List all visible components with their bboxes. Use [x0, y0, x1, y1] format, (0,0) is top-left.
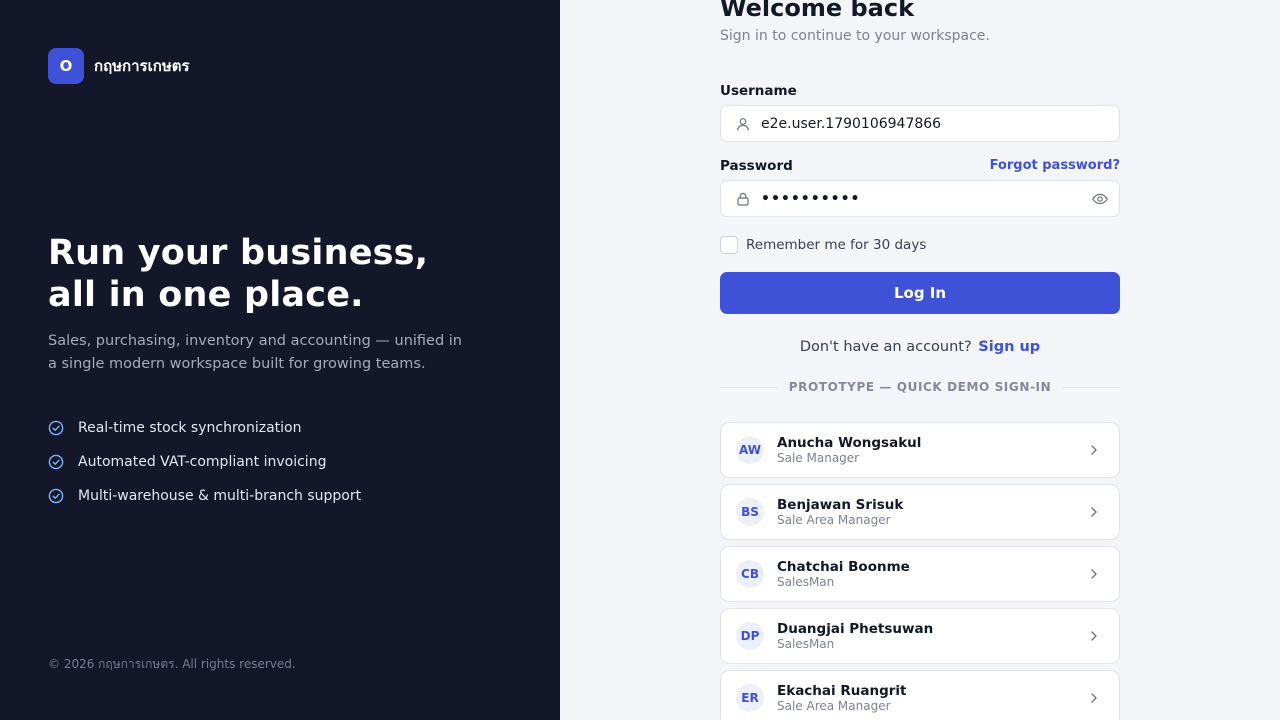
feature-text: Real-time stock synchronization	[78, 420, 302, 436]
demo-user-item[interactable]: ER Ekachai Ruangrit Sale Area Manager	[720, 670, 1120, 720]
demo-user-role: Sale Area Manager	[777, 512, 891, 527]
demo-user-role: SalesMan	[777, 574, 835, 589]
demo-user-name: Anucha Wongsakul	[777, 434, 922, 451]
chevron-right-icon	[1087, 505, 1101, 519]
brand: O กฤษการเกษตร	[48, 48, 190, 84]
username-input[interactable]	[761, 115, 1119, 132]
feature-list: Real-time stock synchronization Automate…	[48, 416, 361, 518]
username-field[interactable]	[720, 105, 1120, 142]
hero-headline-line2: all in one place.	[48, 275, 364, 315]
page-subtitle: Sign in to continue to your workspace.	[720, 28, 990, 44]
chevron-right-icon	[1087, 629, 1101, 643]
demo-user-list: AW Anucha Wongsakul Sale Manager BS Benj…	[720, 422, 1120, 720]
password-input[interactable]	[761, 190, 1091, 207]
signup-prompt-row: Don't have an account? Sign up	[720, 339, 1120, 355]
check-circle-icon	[48, 420, 64, 436]
forgot-password-link[interactable]: Forgot password?	[990, 158, 1120, 173]
demo-user-item[interactable]: DP Duangjai Phetsuwan SalesMan	[720, 608, 1120, 664]
lock-icon	[735, 191, 751, 207]
check-circle-icon	[48, 488, 64, 504]
demo-user-name: Ekachai Ruangrit	[777, 682, 907, 699]
feature-text: Multi-warehouse & multi-branch support	[78, 488, 362, 504]
page-title: Welcome back	[720, 0, 915, 22]
demo-divider: PROTOTYPE — QUICK DEMO SIGN-IN	[720, 380, 1121, 394]
divider-line	[720, 386, 777, 388]
demo-user-name: Duangjai Phetsuwan	[777, 620, 934, 637]
hero-headline: Run your business, all in one place.	[48, 232, 488, 316]
avatar: ER	[736, 684, 764, 712]
demo-user-item[interactable]: CB Chatchai Boonme SalesMan	[720, 546, 1120, 602]
user-icon	[735, 116, 751, 132]
demo-user-role: SalesMan	[777, 636, 835, 651]
brand-name: กฤษการเกษตร	[94, 57, 190, 75]
remember-me: Remember me for 30 days	[720, 236, 926, 254]
login-button[interactable]: Log In	[720, 272, 1120, 314]
avatar: DP	[736, 622, 764, 650]
demo-user-role: Sale Manager	[777, 450, 860, 465]
feature-item: Automated VAT-compliant invoicing	[48, 450, 361, 474]
chevron-right-icon	[1087, 691, 1101, 705]
feature-item: Real-time stock synchronization	[48, 416, 361, 440]
demo-user-item[interactable]: AW Anucha Wongsakul Sale Manager	[720, 422, 1120, 478]
check-circle-icon	[48, 454, 64, 470]
copyright: © 2026 กฤษการเกษตร. All rights reserved.	[48, 657, 296, 671]
avatar: BS	[736, 498, 764, 526]
brand-logo: O	[48, 48, 84, 84]
avatar: AW	[736, 436, 764, 464]
hero-headline-line1: Run your business,	[48, 233, 429, 273]
demo-user-role: Sale Area Manager	[777, 698, 891, 713]
signup-prompt: Don't have an account?	[799, 339, 972, 355]
feature-text: Automated VAT-compliant invoicing	[78, 454, 327, 470]
hero: Run your business, all in one place. Sal…	[48, 232, 488, 376]
remember-label: Remember me for 30 days	[746, 237, 927, 253]
signup-link[interactable]: Sign up	[978, 339, 1040, 355]
demo-user-name: Chatchai Boonme	[777, 558, 910, 575]
demo-user-item[interactable]: BS Benjawan Srisuk Sale Area Manager	[720, 484, 1120, 540]
demo-divider-label: PROTOTYPE — QUICK DEMO SIGN-IN	[788, 380, 1052, 394]
demo-user-name: Benjawan Srisuk	[777, 496, 904, 513]
eye-icon[interactable]	[1091, 190, 1109, 208]
chevron-right-icon	[1087, 567, 1101, 581]
avatar: CB	[736, 560, 764, 588]
password-field[interactable]	[720, 180, 1120, 217]
username-label: Username	[720, 83, 797, 99]
hero-description: Sales, purchasing, inventory and account…	[48, 333, 463, 372]
divider-line	[1063, 386, 1121, 388]
remember-checkbox[interactable]	[720, 236, 738, 254]
password-label: Password	[720, 158, 793, 174]
chevron-right-icon	[1087, 443, 1101, 457]
brand-panel: O กฤษการเกษตร Run your business, all in …	[0, 0, 560, 720]
feature-item: Multi-warehouse & multi-branch support	[48, 484, 361, 508]
